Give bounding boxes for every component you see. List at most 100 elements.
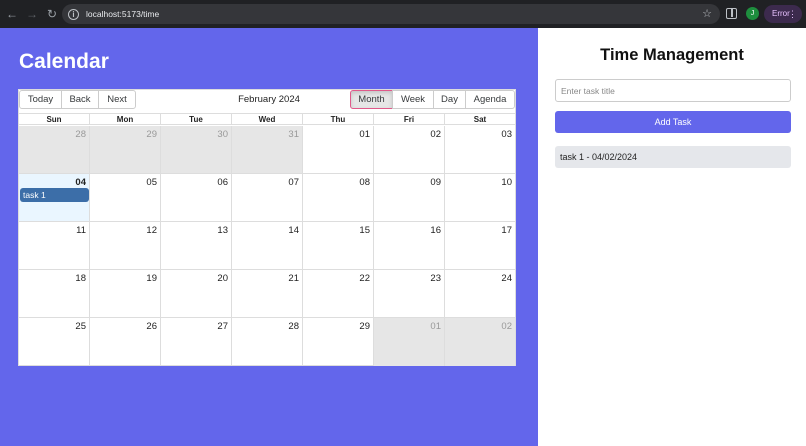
day-cell[interactable]: 20: [160, 270, 231, 317]
calendar-event[interactable]: task 1: [20, 188, 89, 202]
bookmark-star-icon[interactable]: ☆: [702, 7, 712, 20]
view-day-button[interactable]: Day: [433, 90, 466, 109]
day-cell[interactable]: 30: [160, 126, 231, 173]
day-number[interactable]: 10: [501, 177, 512, 188]
day-number[interactable]: 29: [146, 129, 157, 140]
reload-icon[interactable]: ↻: [44, 6, 60, 22]
calendar-period-label: February 2024: [238, 94, 300, 105]
day-cell[interactable]: 25: [19, 318, 89, 366]
calendar-widget: Today Back Next February 2024 Month Week D…: [18, 89, 516, 366]
day-cell[interactable]: 31: [231, 126, 302, 173]
day-number[interactable]: 09: [430, 177, 441, 188]
day-cell[interactable]: 23: [373, 270, 444, 317]
week-row: 04 task 1 05 06 07 08 09 10: [19, 174, 515, 222]
day-cell[interactable]: 29: [89, 126, 160, 173]
day-cell[interactable]: 17: [444, 222, 515, 269]
day-cell[interactable]: 12: [89, 222, 160, 269]
day-cell[interactable]: 16: [373, 222, 444, 269]
day-cell[interactable]: 28: [231, 318, 302, 366]
day-cell[interactable]: 21: [231, 270, 302, 317]
day-number[interactable]: 12: [146, 225, 157, 236]
day-number[interactable]: 19: [146, 273, 157, 284]
day-number[interactable]: 25: [75, 321, 86, 332]
day-number[interactable]: 31: [288, 129, 299, 140]
day-number[interactable]: 22: [359, 273, 370, 284]
day-number[interactable]: 18: [75, 273, 86, 284]
day-number[interactable]: 24: [501, 273, 512, 284]
day-cell[interactable]: 05: [89, 174, 160, 221]
day-number[interactable]: 07: [288, 177, 299, 188]
forward-arrow-icon[interactable]: →: [24, 6, 40, 22]
today-button[interactable]: Today: [19, 90, 62, 109]
weekday-tue: Tue: [160, 114, 231, 124]
day-cell[interactable]: 02: [444, 318, 515, 366]
day-number[interactable]: 02: [501, 321, 512, 332]
day-number[interactable]: 17: [501, 225, 512, 236]
error-badge[interactable]: Error ⋮: [764, 5, 802, 23]
next-button[interactable]: Next: [98, 90, 136, 109]
day-number[interactable]: 27: [217, 321, 228, 332]
day-cell[interactable]: 22: [302, 270, 373, 317]
day-cell[interactable]: 13: [160, 222, 231, 269]
day-cell[interactable]: 11: [19, 222, 89, 269]
day-cell[interactable]: 18: [19, 270, 89, 317]
day-number[interactable]: 21: [288, 273, 299, 284]
add-task-button[interactable]: Add Task: [555, 111, 791, 133]
day-number[interactable]: 08: [359, 177, 370, 188]
site-info-icon[interactable]: i: [68, 8, 79, 20]
day-number[interactable]: 23: [430, 273, 441, 284]
day-number[interactable]: 11: [76, 225, 86, 236]
day-cell[interactable]: 27: [160, 318, 231, 366]
day-number[interactable]: 02: [430, 129, 441, 140]
day-cell[interactable]: 02: [373, 126, 444, 173]
day-number[interactable]: 13: [217, 225, 228, 236]
day-number[interactable]: 04: [75, 177, 86, 188]
back-arrow-icon[interactable]: ←: [4, 6, 20, 22]
day-number[interactable]: 28: [75, 129, 86, 140]
day-cell[interactable]: 14: [231, 222, 302, 269]
day-number[interactable]: 06: [217, 177, 228, 188]
day-number[interactable]: 29: [359, 321, 370, 332]
day-cell[interactable]: 28: [19, 126, 89, 173]
day-cell[interactable]: 06: [160, 174, 231, 221]
day-cell[interactable]: 01: [373, 318, 444, 366]
day-number[interactable]: 03: [501, 129, 512, 140]
day-number[interactable]: 01: [430, 321, 441, 332]
calendar-toolbar: Today Back Next February 2024 Month Week D…: [19, 90, 515, 110]
week-row: 28 29 30 31 01 02 03: [19, 126, 515, 174]
day-cell[interactable]: 04 task 1: [19, 174, 89, 221]
day-cell[interactable]: 01: [302, 126, 373, 173]
task-pane: Time Management Add Task task 1 - 04/02/…: [538, 28, 806, 446]
view-week-button[interactable]: Week: [392, 90, 434, 109]
weekday-sat: Sat: [444, 114, 515, 124]
view-month-button[interactable]: Month: [350, 90, 393, 109]
address-bar[interactable]: i localhost:5173/time ☆: [62, 4, 720, 24]
day-number[interactable]: 20: [217, 273, 228, 284]
view-agenda-button[interactable]: Agenda: [465, 90, 515, 109]
day-number[interactable]: 16: [430, 225, 441, 236]
day-cell[interactable]: 26: [89, 318, 160, 366]
day-number[interactable]: 30: [217, 129, 228, 140]
side-panel-icon[interactable]: [726, 8, 737, 19]
day-number[interactable]: 15: [359, 225, 370, 236]
day-cell[interactable]: 10: [444, 174, 515, 221]
day-cell[interactable]: 15: [302, 222, 373, 269]
back-button[interactable]: Back: [61, 90, 99, 109]
task-item[interactable]: task 1 - 04/02/2024: [555, 146, 791, 168]
day-number[interactable]: 01: [359, 129, 370, 140]
day-number[interactable]: 26: [146, 321, 157, 332]
task-title-input[interactable]: [555, 79, 791, 102]
day-cell[interactable]: 07: [231, 174, 302, 221]
week-row: 18 19 20 21 22 23 24: [19, 270, 515, 318]
day-number[interactable]: 28: [288, 321, 299, 332]
day-cell[interactable]: 03: [444, 126, 515, 173]
weekday-mon: Mon: [89, 114, 160, 124]
day-cell[interactable]: 24: [444, 270, 515, 317]
day-cell[interactable]: 19: [89, 270, 160, 317]
day-cell[interactable]: 09: [373, 174, 444, 221]
day-cell[interactable]: 29: [302, 318, 373, 366]
day-number[interactable]: 05: [146, 177, 157, 188]
day-number[interactable]: 14: [288, 225, 299, 236]
profile-avatar[interactable]: J: [746, 7, 759, 20]
day-cell[interactable]: 08: [302, 174, 373, 221]
